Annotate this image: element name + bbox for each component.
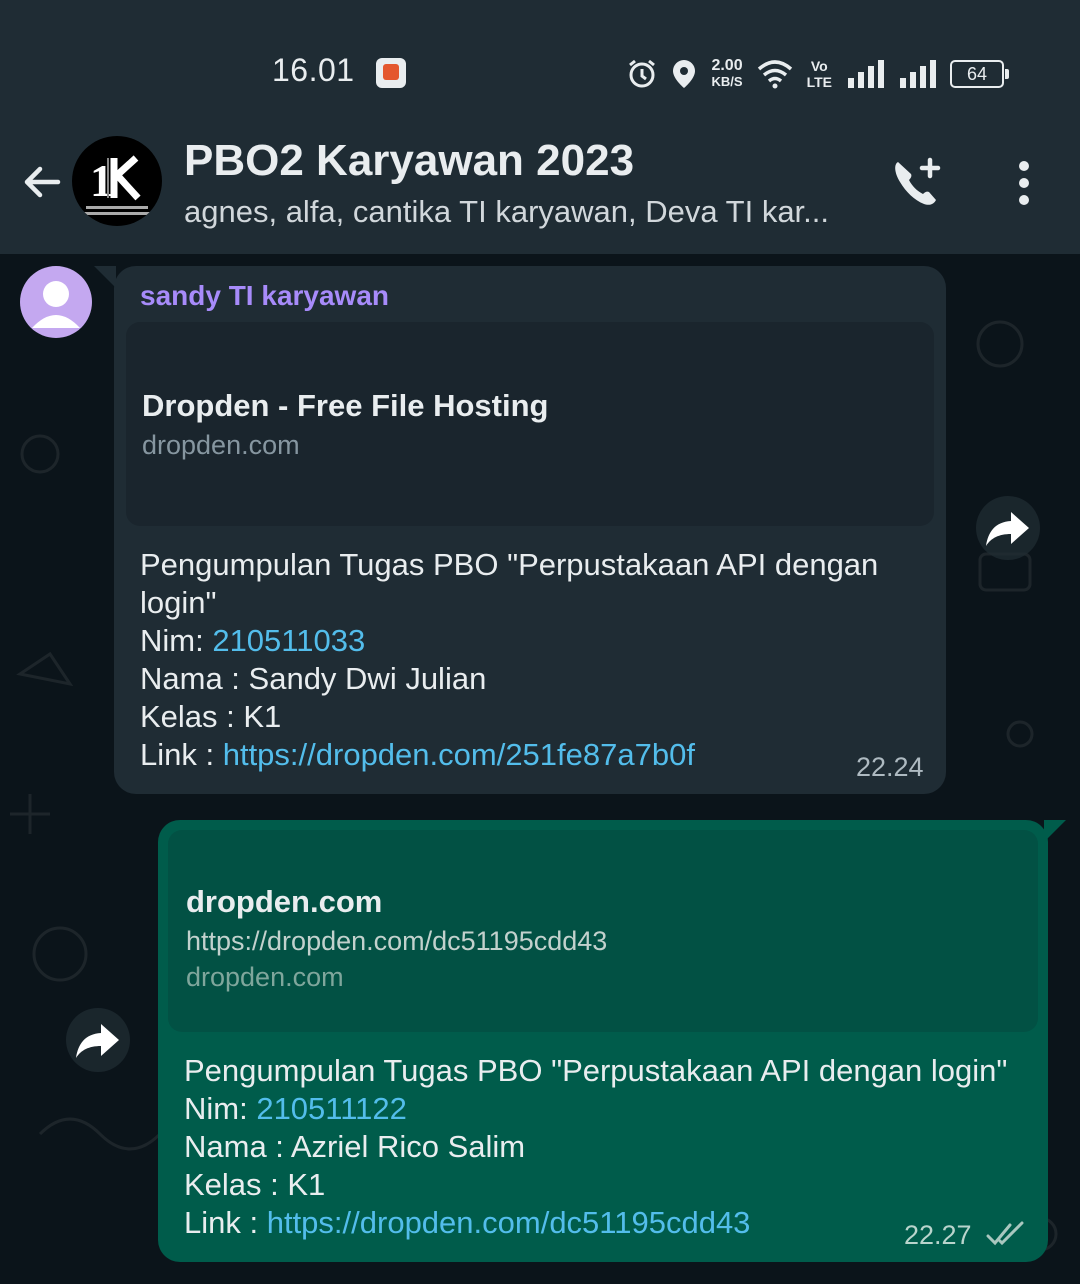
nama-line: Nama : Azriel Rico Salim	[184, 1129, 526, 1164]
battery-indicator: 64	[950, 60, 1009, 88]
message-body: Pengumpulan Tugas PBO "Perpustakaan API …	[184, 1052, 1007, 1242]
signal-icon-sim1	[848, 60, 884, 88]
location-icon	[673, 60, 696, 88]
default-user-icon	[32, 281, 80, 328]
link-label: Link :	[140, 737, 223, 772]
message-time: 22.27	[904, 1220, 972, 1250]
back-arrow-icon[interactable]	[18, 158, 66, 206]
link-preview-domain: dropden.com	[186, 962, 344, 992]
link-preview-url: https://dropden.com/dc51195cdd43	[186, 926, 608, 956]
kelas-line: Kelas : K1	[140, 699, 282, 734]
read-receipt-icon	[986, 1221, 1024, 1246]
sender-name[interactable]: sandy TI karyawan	[140, 280, 389, 312]
status-bar: 16.01 2.00 KB/S Vo LTE 64	[0, 0, 1080, 130]
group-logo-image: 1	[82, 155, 152, 215]
group-title[interactable]: PBO2 Karyawan 2023	[184, 136, 634, 186]
group-avatar[interactable]: 1	[72, 136, 162, 226]
kelas-line: Kelas : K1	[184, 1167, 326, 1202]
network-speed: 2.00 KB/S	[711, 58, 742, 90]
message-url-link[interactable]: https://dropden.com/dc51195cdd43	[267, 1205, 751, 1240]
link-preview-title: dropden.com	[186, 884, 383, 919]
link-preview[interactable]: Dropden - Free File Hosting dropden.com	[126, 322, 934, 526]
more-options-icon[interactable]	[1004, 156, 1044, 210]
nim-phone-link[interactable]: 210511122	[256, 1091, 407, 1126]
link-preview[interactable]: dropden.com https://dropden.com/dc51195c…	[168, 830, 1038, 1032]
nim-label: Nim:	[184, 1091, 257, 1126]
forward-button[interactable]	[976, 496, 1040, 560]
volte-top: Vo	[810, 58, 828, 74]
forward-icon	[986, 512, 1029, 546]
incoming-message[interactable]: sandy TI karyawan Dropden - Free File Ho…	[94, 266, 946, 794]
network-speed-unit: KB/S	[711, 74, 743, 89]
network-speed-value: 2.00	[711, 57, 743, 74]
volte-bottom: LTE	[806, 74, 832, 90]
message-line: login"	[140, 585, 217, 620]
nim-line: Nim: 210511033	[140, 622, 878, 660]
outgoing-message[interactable]: dropden.com https://dropden.com/dc51195c…	[158, 820, 1066, 1262]
link-line: Link : https://dropden.com/dc51195cdd43	[184, 1204, 1007, 1242]
svg-text:1: 1	[90, 155, 113, 206]
wifi-icon	[757, 60, 792, 89]
nim-phone-link[interactable]: 210511033	[212, 623, 365, 658]
sender-avatar[interactable]	[20, 266, 92, 338]
message-line: Pengumpulan Tugas PBO "Perpustakaan API …	[184, 1053, 1008, 1088]
link-preview-domain: dropden.com	[142, 430, 300, 460]
chat-header: 1 PBO2 Karyawan 2023 agnes, alfa, cantik…	[0, 130, 1080, 254]
message-body: Pengumpulan Tugas PBO "Perpustakaan API …	[140, 546, 878, 774]
alarm-icon	[629, 59, 656, 88]
status-time: 16.01	[272, 52, 355, 88]
forward-button[interactable]	[66, 1008, 130, 1072]
volte-indicator: Vo LTE	[807, 58, 832, 90]
status-icons: 2.00 KB/S Vo LTE 64	[627, 54, 1009, 94]
notification-app-icon	[376, 58, 406, 88]
nama-line: Nama : Sandy Dwi Julian	[140, 661, 487, 696]
forward-icon	[76, 1024, 119, 1058]
add-call-icon[interactable]	[890, 156, 944, 210]
message-url-link[interactable]: https://dropden.com/251fe87a7b0f	[223, 737, 695, 772]
signal-icon-sim2	[900, 60, 936, 88]
message-time: 22.24	[856, 752, 924, 782]
nim-label: Nim:	[140, 623, 213, 658]
group-members[interactable]: agnes, alfa, cantika TI karyawan, Deva T…	[184, 194, 829, 230]
link-preview-title: Dropden - Free File Hosting	[142, 388, 549, 423]
message-line: Pengumpulan Tugas PBO "Perpustakaan API …	[140, 547, 879, 582]
link-label: Link :	[184, 1205, 267, 1240]
nim-line: Nim: 210511122	[184, 1090, 1007, 1128]
link-line: Link : https://dropden.com/251fe87a7b0f	[140, 736, 878, 774]
